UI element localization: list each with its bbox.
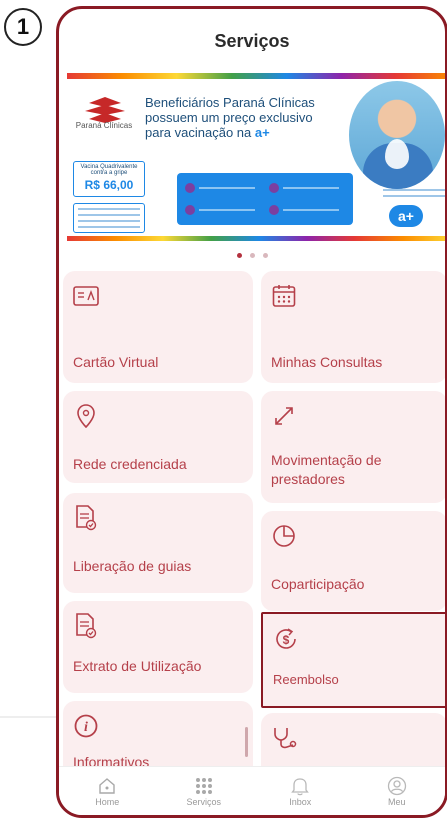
headline-line-2: possuem um preço exclusivo — [145, 110, 313, 125]
banner-rainbow-stripe-bottom — [67, 236, 445, 241]
id-card-icon — [73, 283, 99, 309]
tile-extrato-de-utilizacao[interactable]: Extrato de Utilização — [63, 601, 253, 693]
tile-coparticipacao[interactable]: Coparticipação — [261, 511, 445, 611]
bell-icon — [289, 775, 311, 797]
banner-headline: Beneficiários Paraná Clínicas possuem um… — [145, 95, 355, 140]
stethoscope-icon — [271, 725, 297, 751]
headline-brand: a+ — [254, 125, 270, 140]
bottom-navigation: Home Serviços Inbox Meu — [59, 766, 445, 815]
user-icon — [386, 775, 408, 797]
partner-name: Paraná Clínicas — [75, 121, 133, 130]
headline-line-1: Beneficiários Paraná Clínicas — [145, 95, 315, 110]
tile-liberacao-de-guias[interactable]: Liberação de guias — [63, 493, 253, 593]
headline-line-3-text: para vacinação na — [145, 125, 252, 140]
step-number-badge: 1 — [4, 8, 42, 46]
nav-servicos[interactable]: Serviços — [156, 767, 253, 815]
tile-cartao-virtual[interactable]: Cartão Virtual — [63, 271, 253, 383]
nav-label: Home — [95, 797, 120, 807]
tile-label: Rede credenciada — [73, 456, 187, 472]
document-check-icon — [73, 613, 99, 639]
location-pin-icon — [73, 403, 99, 429]
drop-icon — [385, 139, 409, 169]
page-title: Serviços — [214, 31, 290, 51]
background-divider — [0, 716, 58, 718]
tile-label: Reembolso — [273, 672, 339, 687]
grid-icon — [193, 775, 215, 797]
tile-rede-credenciada[interactable]: Rede credenciada — [63, 391, 253, 483]
price-value: R$ 66,00 — [84, 178, 134, 192]
carousel-indicator[interactable] — [59, 245, 445, 263]
headline-line-3: para vacinação na a+ — [145, 125, 355, 140]
phone-screen: Serviços Paraná Clínicas Beneficiários P… — [56, 6, 447, 818]
document-check-icon — [73, 505, 99, 531]
money-refund-icon: $ — [273, 626, 299, 652]
nav-home[interactable]: Home — [59, 767, 156, 815]
nav-label: Inbox — [289, 797, 312, 807]
tile-movimentacao-de-prestadores[interactable]: Movimentação de prestadores — [261, 391, 445, 503]
price-box: Vacina Quadrivalente contra a gripe R$ 6… — [73, 161, 145, 197]
svg-text:i: i — [84, 720, 88, 735]
calendar-icon — [271, 283, 297, 309]
nav-label: Meu — [387, 797, 406, 807]
tile-label: Movimentação de prestadores — [271, 452, 382, 487]
tile-label: Liberação de guias — [73, 558, 192, 574]
promo-banner[interactable]: Paraná Clínicas Beneficiários Paraná Clí… — [67, 73, 445, 241]
tile-label: Cartão Virtual — [73, 354, 159, 370]
carousel-dot[interactable] — [236, 253, 242, 258]
vaccination-steps-panel — [177, 173, 353, 225]
carousel-dot[interactable] — [249, 253, 255, 258]
aplus-caption-lines — [379, 185, 445, 197]
svg-text:$: $ — [283, 633, 290, 647]
pie-chart-icon — [271, 523, 297, 549]
info-icon: i — [73, 713, 99, 739]
carousel-dot[interactable] — [262, 253, 268, 258]
aplus-logo: a+ — [389, 205, 423, 227]
tile-label: Coparticipação — [271, 576, 365, 592]
nav-inbox[interactable]: Inbox — [252, 767, 349, 815]
tile-label: Extrato de Utilização — [73, 658, 202, 674]
nav-label: Serviços — [186, 797, 221, 807]
expand-arrows-icon — [271, 403, 297, 429]
price-caption: Vacina Quadrivalente contra a gripe — [80, 164, 138, 176]
scrollbar-thumb[interactable] — [245, 727, 248, 757]
tile-reembolso[interactable]: $ Reembolso — [261, 612, 445, 708]
banner-person-image — [349, 81, 445, 189]
nav-profile[interactable]: Meu — [349, 767, 446, 815]
note-box — [73, 203, 145, 233]
tile-label: Minhas Consultas — [271, 354, 383, 370]
banner-rainbow-stripe — [67, 73, 445, 79]
home-icon — [96, 775, 118, 797]
tile-minhas-consultas[interactable]: Minhas Consultas — [261, 271, 445, 383]
